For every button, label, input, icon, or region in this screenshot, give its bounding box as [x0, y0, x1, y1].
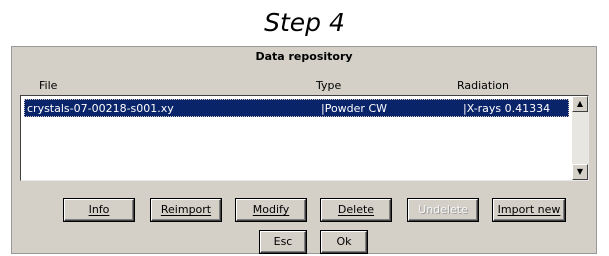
scroll-down-arrow-icon[interactable]: ▼: [572, 164, 588, 180]
scroll-up-arrow-icon[interactable]: ▲: [572, 96, 588, 112]
undelete-button[interactable]: Undelete: [408, 199, 478, 221]
column-header-radiation: Radiation: [457, 79, 509, 92]
column-header-file: File: [39, 79, 58, 92]
info-button[interactable]: Info: [64, 199, 134, 221]
dialog-title: Data repository: [255, 50, 353, 63]
list-item[interactable]: crystals-07-00218-s001.xy |Powder CW |X-…: [24, 99, 569, 117]
step-caption: Step 4: [264, 8, 345, 37]
column-header-type: Type: [316, 79, 342, 92]
row-radiation: |X-rays 0.41334: [463, 102, 551, 115]
data-list[interactable]: crystals-07-00218-s001.xy |Powder CW |X-…: [20, 95, 589, 181]
reimport-button[interactable]: Reimport: [151, 199, 221, 221]
vertical-scrollbar[interactable]: ▲ ▼: [572, 96, 588, 180]
modify-button[interactable]: Modify: [236, 199, 306, 221]
data-repository-dialog: Data repository File Type Radiation crys…: [11, 46, 597, 254]
esc-button[interactable]: Esc: [260, 231, 306, 253]
ok-button[interactable]: Ok: [321, 231, 367, 253]
row-file: crystals-07-00218-s001.xy: [27, 102, 174, 115]
delete-button[interactable]: Delete: [321, 199, 391, 221]
import-new-button[interactable]: Import new: [493, 199, 565, 221]
row-type: |Powder CW: [321, 102, 387, 115]
